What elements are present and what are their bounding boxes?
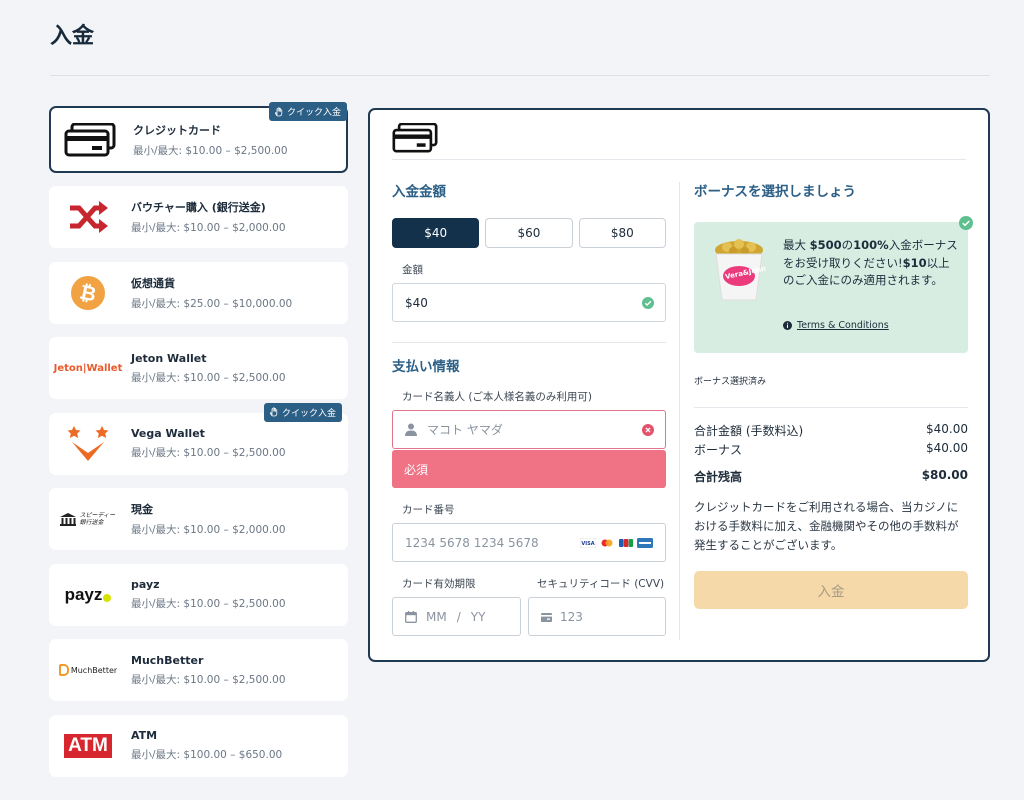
credit-card-icon (51, 122, 129, 157)
method-credit-card[interactable]: クイック入金 クレジットカード 最小/最大: $10.00 – $2,500.0… (49, 102, 348, 173)
title-divider (50, 75, 990, 76)
bonus-column: ボーナスを選択しましょう Vera&John 最大 $500の100%入金ボーナ… (694, 180, 973, 609)
method-name: クレジットカード (133, 123, 221, 137)
deposit-form: 入金金額 $40 $60 $80 金額 $40 支払い情報 カード名義人 (ご本… (392, 180, 666, 636)
method-jeton[interactable]: Jeton|Wallet Jeton Wallet 最小/最大: $10.00 … (49, 337, 348, 399)
muchbetter-logo: MuchBetter (49, 664, 127, 676)
card-number-input[interactable]: 1234 5678 1234 5678 VISA (392, 523, 666, 562)
error-circle-icon (642, 424, 654, 436)
amount-label: 金額 (402, 264, 423, 276)
amount-input[interactable]: $40 (392, 283, 666, 322)
card-small-icon (541, 613, 552, 622)
method-crypto[interactable]: ₿ 仮想通貨 最小/最大: $25.00 – $10,000.00 (49, 261, 348, 324)
method-vega-wallet[interactable]: クイック入金 Vega Wallet 最小/最大: $10.00 – $2,50… (49, 402, 348, 475)
summary-balance-row: 合計残高 $80.00 (694, 468, 968, 484)
quick-deposit-badge: クイック入金 (268, 102, 347, 121)
payz-logo: payz (49, 585, 127, 605)
method-range: 最小/最大: $10.00 – $2,500.00 (131, 447, 286, 459)
user-icon (405, 423, 417, 436)
amex-icon (637, 538, 653, 548)
check-circle-icon (642, 297, 654, 309)
page-title: 入金 (50, 24, 95, 49)
cvv-input[interactable]: 123 (528, 597, 666, 636)
method-range: 最小/最大: $100.00 – $650.00 (131, 749, 283, 761)
bonus-section-title: ボーナスを選択しましょう (694, 184, 856, 200)
visa-icon: VISA (580, 538, 596, 548)
method-name: Vega Wallet (131, 427, 205, 440)
method-atm[interactable]: ATM ATM 最小/最大: $100.00 – $650.00 (49, 714, 348, 777)
amount-section-title: 入金金額 (392, 184, 446, 200)
svg-text:VISA: VISA (581, 541, 594, 547)
terms-link[interactable]: Terms & Conditions (783, 320, 889, 331)
method-cash[interactable]: スピーディー銀行送金 現金 最小/最大: $10.00 – $2,000.00 (49, 488, 348, 550)
atm-logo: ATM (49, 733, 127, 758)
cvv-label: セキュリティコード (CVV) (537, 578, 665, 590)
panel-header (392, 122, 966, 160)
bonus-image: Vera&John (711, 236, 767, 302)
method-muchbetter[interactable]: MuchBetter MuchBetter 最小/最大: $10.00 – $2… (49, 639, 348, 701)
amount-presets: $40 $60 $80 (392, 218, 666, 248)
method-name: payz (131, 578, 160, 591)
summary-bonus-row: ボーナス $40.00 (694, 441, 968, 457)
bonus-status: ボーナス選択済み (694, 377, 767, 387)
summary: 合計金額 (手数料込) $40.00 ボーナス $40.00 合計残高 $80.00 (694, 422, 968, 485)
method-name: Jeton Wallet (131, 351, 207, 365)
hand-icon (274, 106, 283, 116)
cardholder-error-message: 必須 (392, 450, 666, 488)
method-range: 最小/最大: $10.00 – $2,500.00 (131, 371, 286, 384)
method-range: 最小/最大: $10.00 – $2,000.00 (131, 222, 286, 234)
method-name: 現金 (131, 503, 153, 516)
credit-card-icon (392, 123, 438, 153)
summary-total-row: 合計金額 (手数料込) $40.00 (694, 422, 968, 438)
section-divider (392, 342, 666, 343)
jcb-icon (618, 538, 634, 548)
column-divider (679, 182, 680, 640)
bank-icon: スピーディー銀行送金 (49, 512, 127, 526)
card-brand-icons: VISA (580, 538, 653, 548)
method-voucher[interactable]: バウチャー購入 (銀行送金) 最小/最大: $10.00 – $2,000.00 (49, 186, 348, 248)
preset-amount-button[interactable]: $60 (485, 218, 573, 248)
jeton-logo: Jeton|Wallet (53, 362, 123, 374)
method-range: 最小/最大: $10.00 – $2,500.00 (131, 598, 286, 610)
bitcoin-icon: ₿ (49, 275, 127, 311)
cardholder-input[interactable]: マコト ヤマダ (392, 410, 666, 449)
method-range: 最小/最大: $10.00 – $2,000.00 (131, 524, 286, 536)
method-name: 仮想通貨 (131, 276, 175, 290)
method-payz[interactable]: payz payz 最小/最大: $10.00 – $2,500.00 (49, 563, 348, 626)
voucher-shuffle-icon (49, 200, 127, 234)
fee-note: クレジットカードをご利用される場合、当カジノにおける手数料に加え、金融機関やその… (694, 500, 959, 552)
expiry-label: カード有効期限 (402, 578, 476, 590)
summary-divider (694, 407, 968, 408)
calendar-icon (405, 611, 417, 623)
method-name: MuchBetter (131, 653, 204, 667)
bonus-offer-card[interactable]: Vera&John 最大 $500の100%入金ボーナスをお受け取りください!$… (694, 216, 973, 353)
mastercard-icon (599, 538, 615, 548)
quick-deposit-badge: クイック入金 (263, 402, 342, 422)
hand-icon (269, 407, 278, 417)
payment-method-list: クイック入金 クレジットカード 最小/最大: $10.00 – $2,500.0… (49, 102, 348, 790)
method-name: バウチャー購入 (銀行送金) (131, 201, 266, 214)
deposit-panel: 入金金額 $40 $60 $80 金額 $40 支払い情報 カード名義人 (ご本… (368, 108, 990, 662)
check-circle-icon (959, 216, 973, 230)
method-range: 最小/最大: $10.00 – $2,500.00 (133, 144, 288, 157)
method-name: ATM (131, 729, 158, 742)
method-range: 最小/最大: $10.00 – $2,500.00 (131, 673, 286, 686)
bonus-description: 最大 $500の100%入金ボーナスをお受け取りください!$10以上のご入金にの… (783, 238, 958, 287)
cardholder-label: カード名義人 (ご本人様名義のみ利用可) (402, 391, 593, 403)
expiry-input[interactable]: MM / YY (392, 597, 521, 636)
method-range: 最小/最大: $25.00 – $10,000.00 (131, 297, 293, 310)
deposit-submit-button[interactable]: 入金 (694, 571, 968, 609)
preset-amount-button[interactable]: $40 (392, 218, 480, 248)
preset-amount-button[interactable]: $80 (578, 218, 666, 248)
vega-wallet-logo (49, 424, 127, 464)
payment-section-title: 支払い情報 (392, 359, 460, 375)
info-icon (783, 321, 792, 330)
card-number-label: カード番号 (402, 504, 455, 516)
